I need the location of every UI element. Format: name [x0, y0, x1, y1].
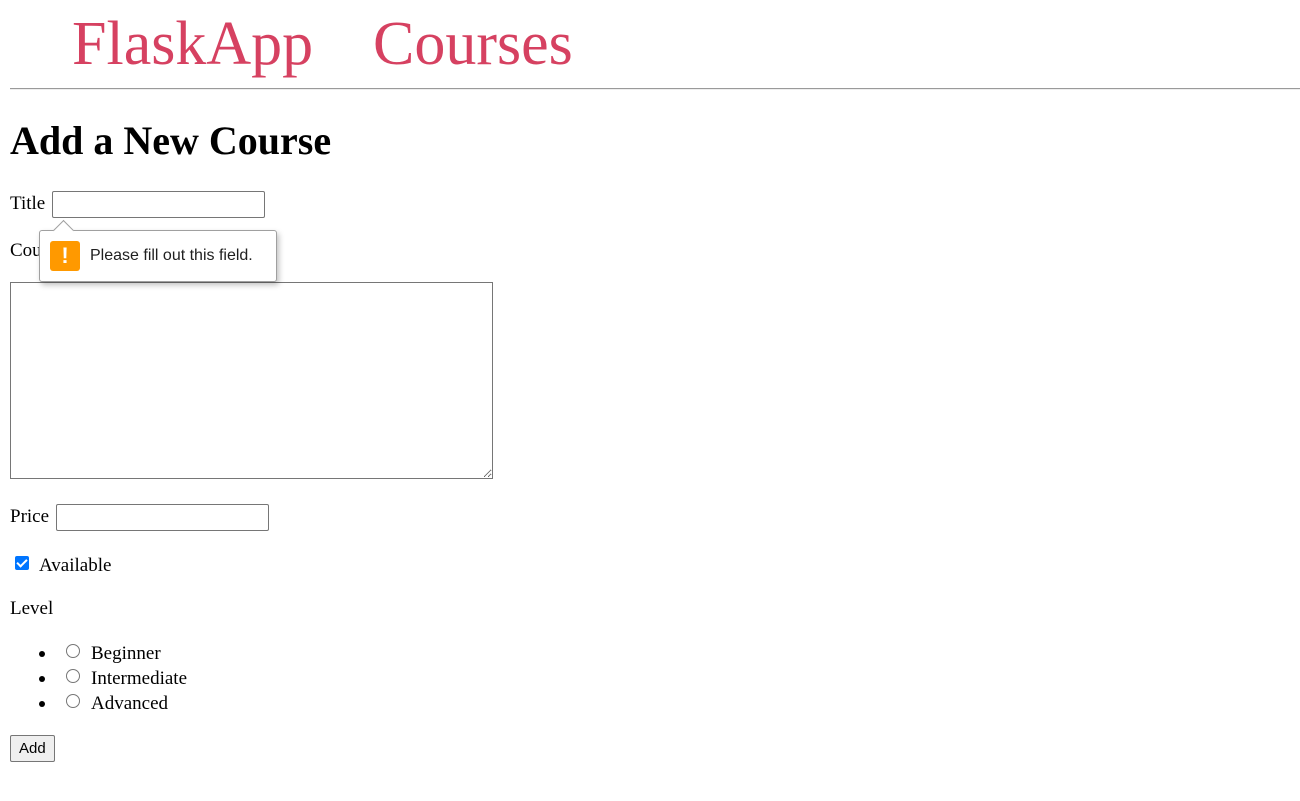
page-title: Add a New Course [10, 118, 332, 163]
price-label: Price [10, 506, 50, 527]
available-label: Available [39, 555, 112, 576]
tooltip-arrow [52, 219, 75, 242]
add-button[interactable]: Add [10, 735, 55, 762]
level-options: Beginner Intermediate Advanced [0, 641, 300, 716]
intermediate-radio[interactable] [66, 669, 80, 683]
level-option-intermediate: Intermediate [0, 666, 300, 691]
courses-link[interactable]: Courses [373, 6, 573, 82]
level-option-advanced: Advanced [0, 691, 300, 716]
warning-icon: ! [50, 241, 80, 271]
advanced-label: Advanced [91, 693, 169, 714]
level-option-beginner: Beginner [0, 641, 300, 666]
brand-link[interactable]: FlaskApp [72, 6, 313, 82]
beginner-label: Beginner [91, 643, 161, 664]
description-label: Cou [10, 240, 42, 261]
bullet [39, 701, 45, 707]
title-label: Title [10, 193, 46, 214]
bullet [39, 676, 45, 682]
level-label: Level [10, 598, 54, 619]
validation-tooltip: ! Please fill out this field. [39, 219, 277, 282]
tooltip-message: Please fill out this field. [90, 247, 253, 264]
intermediate-label: Intermediate [91, 668, 188, 689]
top-nav: FlaskApp Courses [0, 0, 1300, 78]
description-textarea[interactable] [10, 282, 493, 479]
bullet [39, 651, 45, 657]
price-input[interactable] [56, 504, 269, 531]
divider [10, 88, 1300, 90]
advanced-radio[interactable] [66, 694, 80, 708]
title-input[interactable] [52, 191, 265, 218]
available-checkbox[interactable] [15, 556, 29, 570]
beginner-radio[interactable] [66, 644, 80, 658]
